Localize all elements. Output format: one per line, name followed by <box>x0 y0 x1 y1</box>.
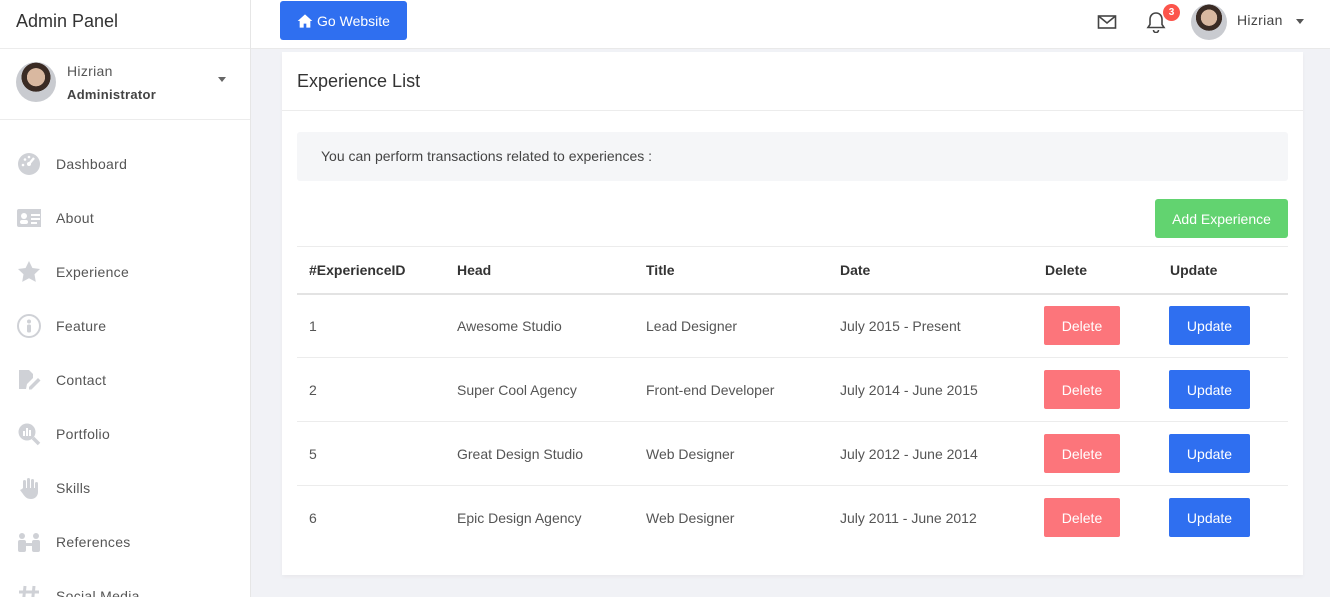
cell-date: July 2012 - June 2014 <box>828 421 1033 486</box>
sidebar-item-label: About <box>56 210 95 226</box>
topbar-user-name[interactable]: Hizrian <box>1237 12 1283 28</box>
table-header-row: #ExperienceID Head Title Date Delete Upd… <box>297 246 1288 295</box>
cell-head: Awesome Studio <box>445 293 634 358</box>
sidebar-item-contact[interactable]: Contact <box>0 353 250 407</box>
sidebar-item-portfolio[interactable]: Portfolio <box>0 407 250 461</box>
cell-id: 5 <box>297 421 445 486</box>
cell-head: Great Design Studio <box>445 421 634 486</box>
sidebar-nav: Dashboard About Experience Feature Conta… <box>0 137 250 597</box>
hashtag-icon <box>16 583 42 597</box>
table-row: 1 Awesome Studio Lead Designer July 2015… <box>297 293 1288 358</box>
column-header-update: Update <box>1158 246 1288 295</box>
chevron-down-icon[interactable] <box>1296 19 1304 24</box>
sidebar-item-skills[interactable]: Skills <box>0 461 250 515</box>
cell-update: Update <box>1158 421 1288 486</box>
mail-icon[interactable] <box>1097 13 1117 31</box>
update-button[interactable]: Update <box>1169 498 1250 538</box>
cell-id: 2 <box>297 357 445 422</box>
sidebar-item-label: References <box>56 534 131 550</box>
column-header-date: Date <box>828 246 1033 295</box>
column-header-title: Title <box>634 246 828 295</box>
topbar: Go Website 3 Hizrian <box>251 0 1330 49</box>
star-icon <box>16 259 42 285</box>
cell-delete: Delete <box>1033 421 1158 486</box>
people-icon <box>16 529 42 555</box>
id-card-icon <box>16 205 42 231</box>
sidebar-item-about[interactable]: About <box>0 191 250 245</box>
sidebar-item-dashboard[interactable]: Dashboard <box>0 137 250 191</box>
page-title: Experience List <box>282 52 1303 111</box>
cell-title: Front-end Developer <box>634 357 828 422</box>
add-experience-button[interactable]: Add Experience <box>1155 199 1288 238</box>
delete-button[interactable]: Delete <box>1044 370 1120 409</box>
cell-title: Web Designer <box>634 421 828 486</box>
cell-date: July 2015 - Present <box>828 293 1033 358</box>
cell-delete: Delete <box>1033 486 1158 550</box>
table-row: 6 Epic Design Agency Web Designer July 2… <box>297 486 1288 550</box>
cell-delete: Delete <box>1033 293 1158 358</box>
contact-edit-icon <box>16 367 42 393</box>
dashboard-icon <box>16 151 42 177</box>
sidebar-item-label: Social Media <box>56 588 140 597</box>
delete-button[interactable]: Delete <box>1044 434 1120 473</box>
column-header-head: Head <box>445 246 634 295</box>
update-button[interactable]: Update <box>1169 370 1250 409</box>
update-button[interactable]: Update <box>1169 434 1250 473</box>
sidebar-item-feature[interactable]: Feature <box>0 299 250 353</box>
sidebar-item-label: Feature <box>56 318 107 334</box>
sidebar-item-label: Dashboard <box>56 156 128 172</box>
chevron-down-icon[interactable] <box>218 77 226 82</box>
topbar-avatar[interactable] <box>1191 4 1227 40</box>
sidebar-item-social-media[interactable]: Social Media <box>0 569 250 597</box>
sidebar-item-experience[interactable]: Experience <box>0 245 250 299</box>
experience-table: #ExperienceID Head Title Date Delete Upd… <box>297 246 1288 550</box>
info-alert: You can perform transactions related to … <box>297 132 1288 181</box>
cell-title: Web Designer <box>646 509 735 526</box>
portfolio-search-icon <box>16 421 42 447</box>
user-name: Hizrian <box>67 63 113 79</box>
column-header-id: #ExperienceID <box>297 246 445 295</box>
cell-update: Update <box>1158 486 1288 550</box>
sidebar-item-label: Portfolio <box>56 426 111 442</box>
cell-head: Super Cool Agency <box>445 357 634 422</box>
cell-head: Epic Design Agency <box>457 509 582 526</box>
table-row: 5 Great Design Studio Web Designer July … <box>297 421 1288 486</box>
feature-icon <box>16 313 42 339</box>
cell-update: Update <box>1158 293 1288 358</box>
cell-date: July 2011 - June 2012 <box>840 509 977 526</box>
delete-button[interactable]: Delete <box>1044 306 1120 346</box>
delete-button[interactable]: Delete <box>1044 498 1120 538</box>
go-website-button[interactable]: Go Website <box>280 1 407 40</box>
app-title: Admin Panel <box>0 0 250 49</box>
cell-update: Update <box>1158 357 1288 422</box>
cell-id: 6 <box>309 509 317 526</box>
user-role: Administrator <box>67 87 157 102</box>
experience-card: Experience List You can perform transact… <box>282 52 1303 575</box>
cell-date: July 2014 - June 2015 <box>828 357 1033 422</box>
sidebar-item-label: Experience <box>56 264 130 280</box>
sidebar: Admin Panel Hizrian Administrator Dashbo… <box>0 0 251 597</box>
update-button[interactable]: Update <box>1169 306 1250 346</box>
hand-icon <box>16 475 42 501</box>
cell-title: Lead Designer <box>634 293 828 358</box>
notification-badge: 3 <box>1163 4 1180 21</box>
cell-delete: Delete <box>1033 357 1158 422</box>
sidebar-item-label: Skills <box>56 480 91 496</box>
user-avatar <box>16 62 56 102</box>
table-row: 2 Super Cool Agency Front-end Developer … <box>297 357 1288 422</box>
column-header-delete: Delete <box>1033 246 1158 295</box>
go-website-label: Go Website <box>317 12 390 29</box>
sidebar-item-references[interactable]: References <box>0 515 250 569</box>
sidebar-item-label: Contact <box>56 372 107 388</box>
cell-id: 1 <box>297 293 445 358</box>
home-icon <box>297 13 313 28</box>
